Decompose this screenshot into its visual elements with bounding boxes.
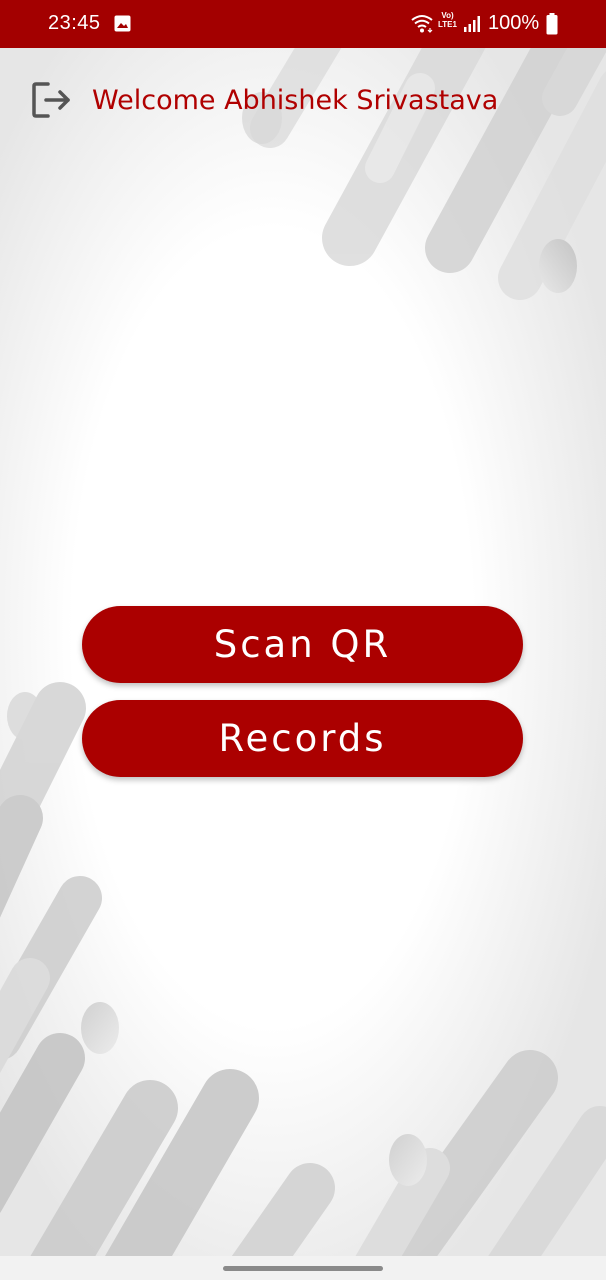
home-indicator[interactable] — [223, 1266, 383, 1271]
app-screen: Welcome Abhishek Srivastava Scan QR Reco… — [0, 48, 606, 1256]
volte-line2: LTE1 — [438, 20, 457, 29]
records-button[interactable]: Records — [82, 700, 523, 777]
status-bar: 23:45 Vo) LTE1 100% — [0, 0, 606, 48]
logout-icon — [32, 82, 72, 122]
gallery-icon — [114, 15, 131, 36]
signal-icon — [463, 15, 483, 37]
welcome-text: Welcome Abhishek Srivastava — [92, 85, 499, 116]
wifi-icon — [410, 14, 434, 38]
battery-icon — [546, 13, 558, 39]
scan-qr-button[interactable]: Scan QR — [82, 606, 523, 683]
battery-percentage: 100% — [488, 12, 540, 34]
navigation-bar — [0, 1256, 606, 1280]
volte-line1: Vo) — [441, 11, 454, 20]
logout-button[interactable] — [30, 80, 74, 124]
volte-icon: Vo) LTE1 — [438, 11, 457, 29]
status-time: 23:45 — [48, 12, 101, 34]
